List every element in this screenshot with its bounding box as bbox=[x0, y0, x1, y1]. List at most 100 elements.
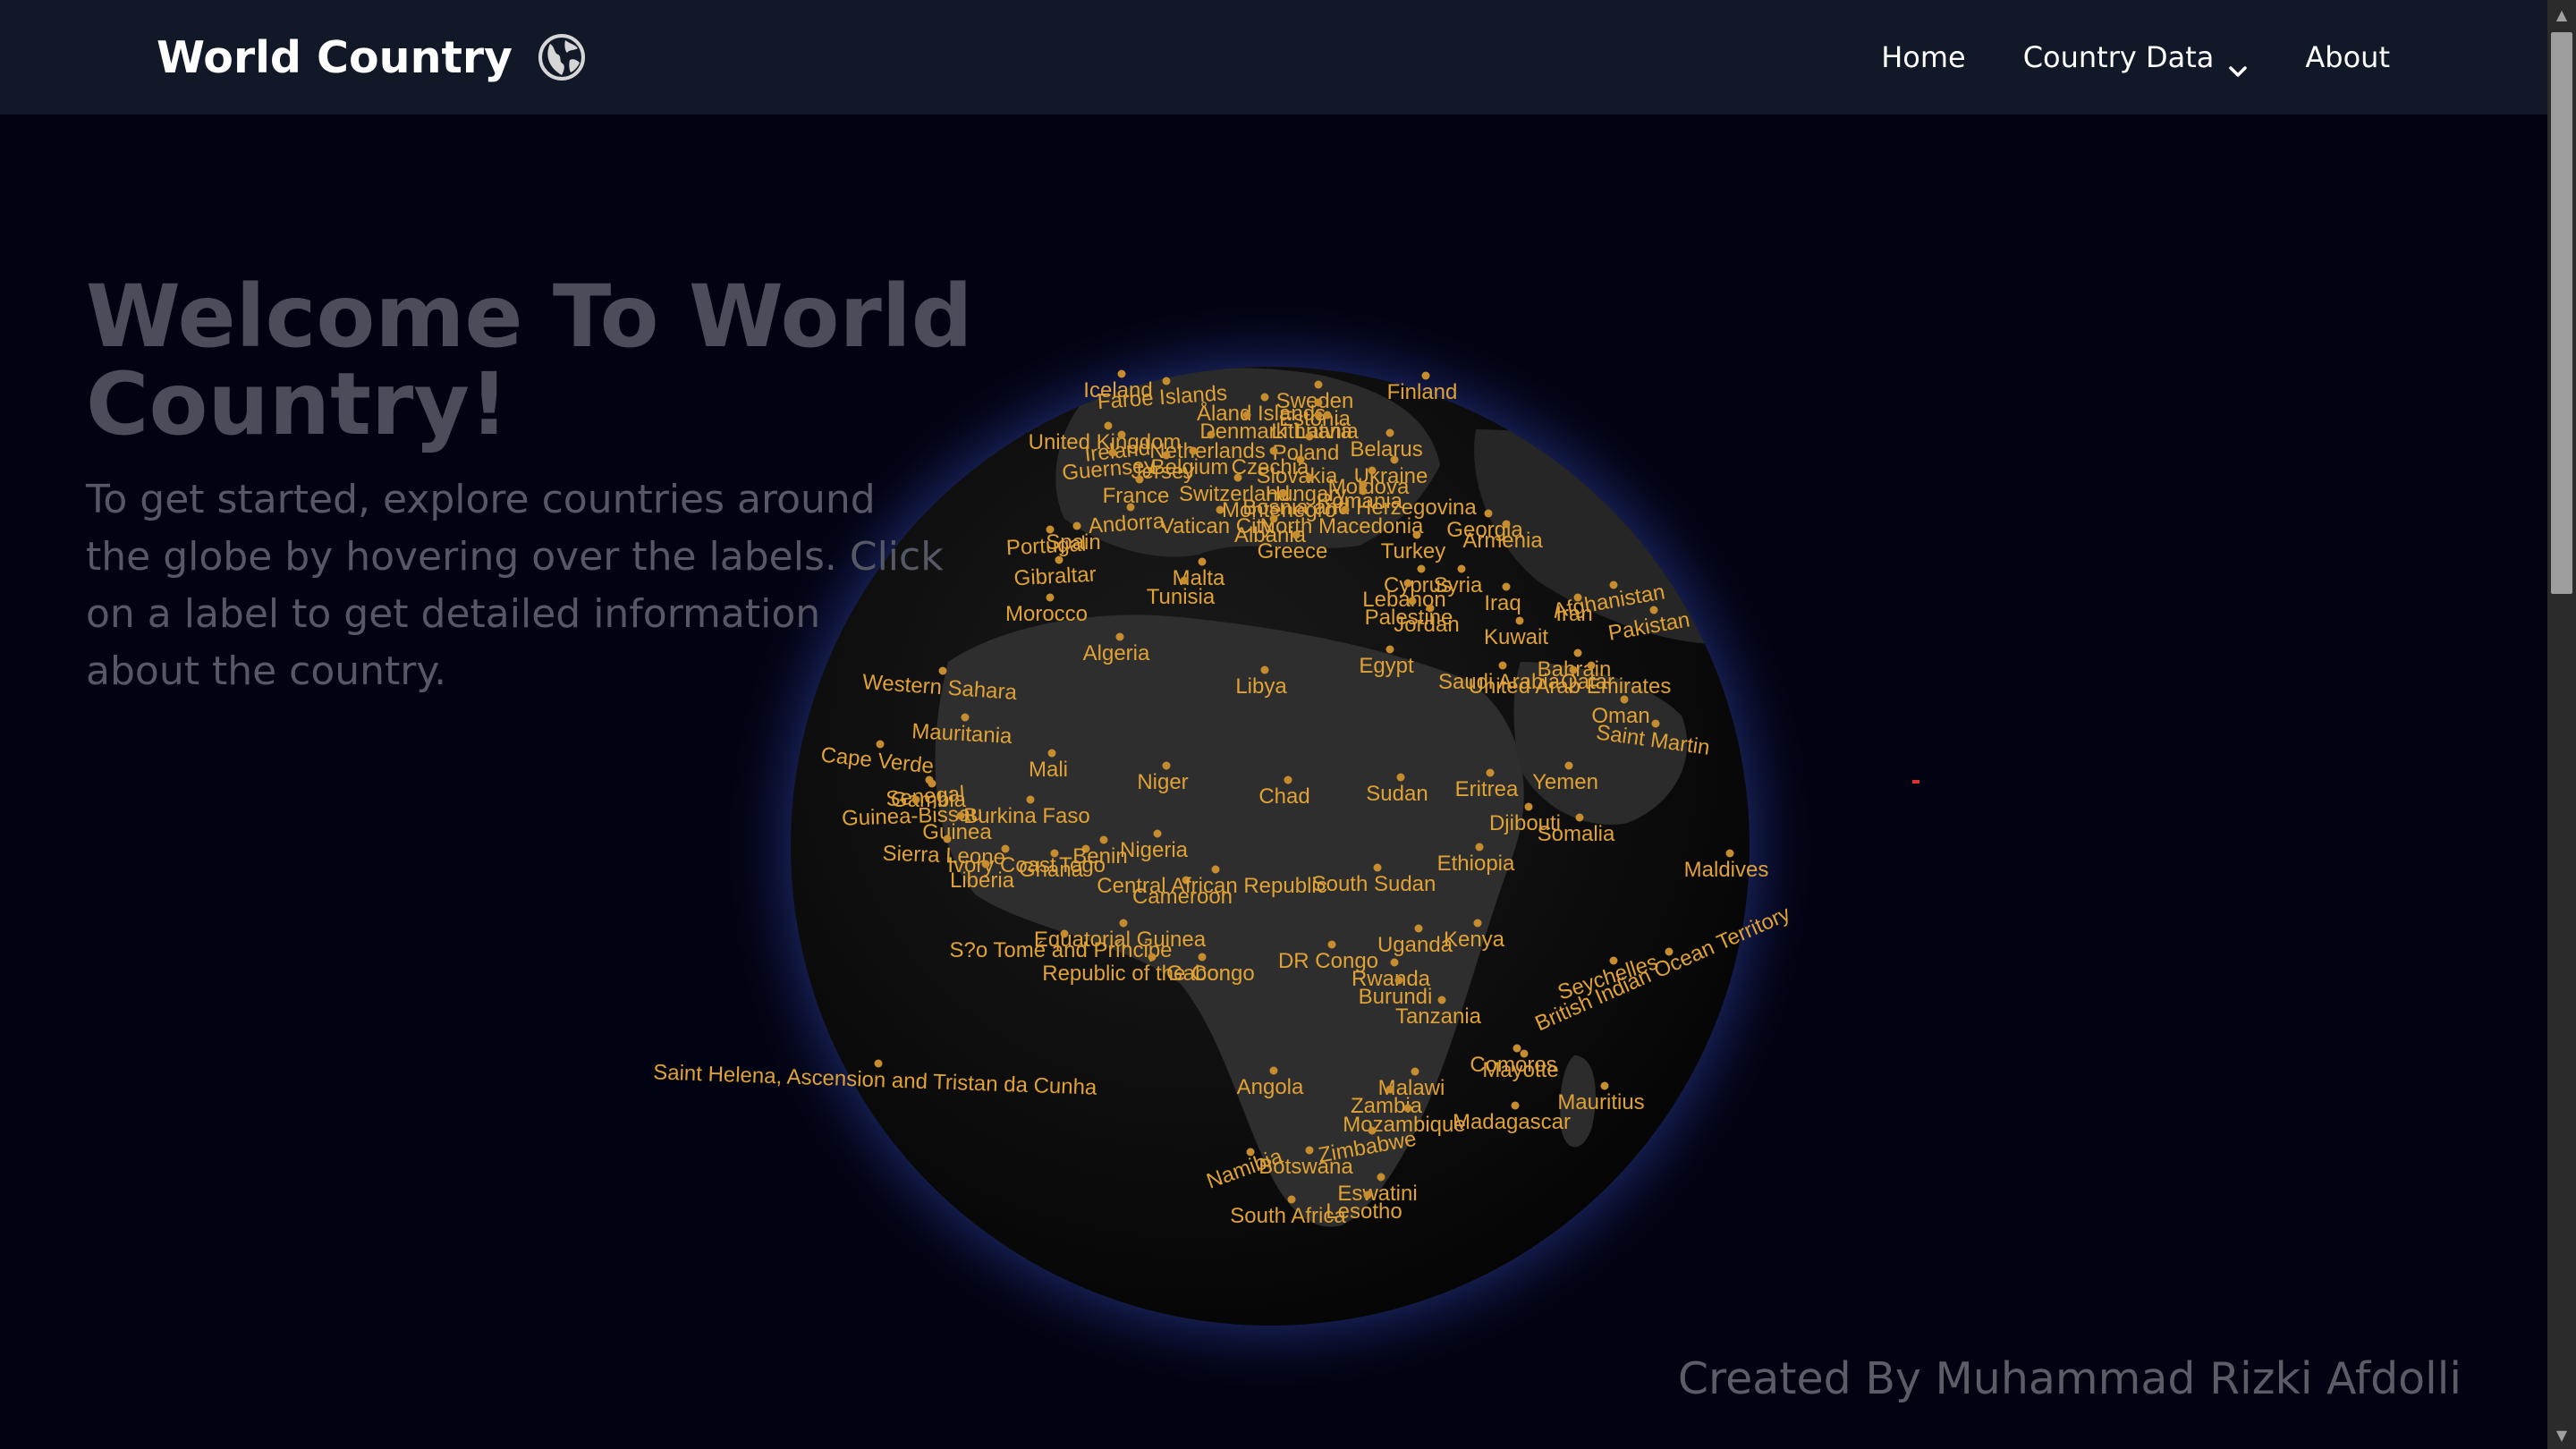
country-label[interactable]: Madagascar bbox=[1453, 1110, 1571, 1134]
globe-canvas[interactable]: FinlandFaroe IslandsSwedenIcelandÅland I… bbox=[0, 0, 2576, 1449]
country-label[interactable]: Nigeria bbox=[1120, 838, 1189, 862]
country-marker-dot bbox=[1394, 976, 1403, 985]
country-marker-dot bbox=[1575, 813, 1584, 822]
country-label[interactable]: Egypt bbox=[1359, 654, 1414, 678]
country-label[interactable]: Finland bbox=[1387, 380, 1458, 404]
country-marker-dot bbox=[1359, 487, 1368, 496]
country-marker-dot bbox=[1403, 579, 1412, 588]
country-marker-dot bbox=[1198, 557, 1207, 566]
country-label[interactable]: Botswana bbox=[1258, 1155, 1353, 1179]
country-label[interactable]: S?o Tomé and Príncipe bbox=[949, 938, 1172, 962]
country-marker-dot bbox=[961, 713, 970, 722]
country-label[interactable]: Gibraltar bbox=[1013, 563, 1097, 591]
country-marker-dot bbox=[928, 779, 936, 788]
country-marker-dot bbox=[1520, 1049, 1529, 1058]
country-marker-dot bbox=[1260, 665, 1269, 674]
country-marker-dot bbox=[1341, 505, 1350, 514]
country-marker-dot bbox=[1620, 695, 1629, 704]
country-label[interactable]: Spain bbox=[1046, 530, 1100, 555]
country-marker-dot bbox=[1269, 1066, 1278, 1075]
country-label[interactable]: Lesotho bbox=[1326, 1199, 1402, 1224]
country-marker-dot bbox=[1564, 761, 1573, 770]
country-marker-dot bbox=[1515, 616, 1524, 625]
country-label[interactable]: Republic of the Congo bbox=[1042, 962, 1255, 986]
country-label[interactable]: Kenya bbox=[1444, 928, 1505, 952]
country-label[interactable]: Guinea bbox=[922, 820, 992, 844]
country-marker-dot bbox=[1060, 929, 1069, 938]
country-marker-dot bbox=[1651, 719, 1660, 728]
country-marker-dot bbox=[1162, 761, 1171, 770]
country-label[interactable]: South Sudan bbox=[1312, 872, 1436, 896]
country-marker-dot bbox=[1390, 958, 1399, 967]
country-marker-dot bbox=[1278, 489, 1287, 498]
country-label[interactable]: Algeria bbox=[1083, 641, 1150, 665]
country-label[interactable]: Liberia bbox=[950, 869, 1015, 893]
country-label[interactable]: Eritrea bbox=[1455, 777, 1519, 801]
country-marker-dot bbox=[1148, 953, 1157, 962]
country-marker-dot bbox=[956, 811, 965, 820]
country-marker-dot bbox=[1287, 1195, 1296, 1204]
country-marker-dot bbox=[1189, 446, 1198, 455]
country-marker-dot bbox=[1117, 369, 1126, 378]
country-marker-dot bbox=[1417, 564, 1426, 573]
country-marker-dot bbox=[1072, 521, 1081, 530]
country-marker-dot bbox=[1104, 421, 1113, 430]
country-label[interactable]: Niger bbox=[1137, 770, 1188, 794]
country-marker-dot bbox=[1305, 473, 1314, 482]
country-marker-dot bbox=[1502, 520, 1511, 529]
country-marker-dot bbox=[1725, 849, 1734, 858]
country-marker-dot bbox=[1119, 919, 1128, 928]
country-label[interactable]: United Arab Emirates bbox=[1469, 674, 1672, 699]
country-label[interactable]: Ethiopia bbox=[1437, 852, 1515, 876]
country-label[interactable]: Belgium bbox=[1151, 455, 1229, 479]
country-label[interactable]: Mayotte bbox=[1482, 1058, 1558, 1082]
country-marker-dot bbox=[1368, 466, 1377, 475]
country-label[interactable]: Chad bbox=[1258, 784, 1309, 809]
country-marker-dot bbox=[1414, 924, 1423, 933]
country-label[interactable]: Jordan bbox=[1394, 613, 1459, 637]
country-label[interactable]: Lithuania bbox=[1271, 419, 1359, 444]
country-label[interactable]: Greece bbox=[1258, 539, 1328, 564]
country-marker-dot bbox=[1135, 475, 1144, 484]
country-marker-dot bbox=[1511, 1101, 1520, 1110]
country-marker-dot bbox=[1314, 380, 1323, 389]
country-label[interactable]: Central African Republic bbox=[1097, 874, 1326, 898]
country-marker-dot bbox=[1486, 768, 1495, 777]
country-marker-dot bbox=[1475, 843, 1484, 852]
country-label[interactable]: France bbox=[1103, 484, 1170, 508]
country-label[interactable]: Tunisia bbox=[1147, 585, 1216, 609]
country-label[interactable]: Mali bbox=[1029, 758, 1068, 782]
country-label[interactable]: Sudan bbox=[1366, 782, 1428, 806]
country-label[interactable]: Yemen bbox=[1532, 770, 1598, 794]
country-label[interactable]: Mauritius bbox=[1557, 1090, 1644, 1114]
country-marker-dot bbox=[911, 795, 920, 804]
country-label[interactable]: Tanzania bbox=[1395, 1004, 1482, 1029]
country-marker-dot bbox=[1385, 1085, 1394, 1094]
country-marker-dot bbox=[1600, 1081, 1609, 1090]
country-marker-dot bbox=[1373, 863, 1382, 872]
country-marker-dot bbox=[1421, 371, 1430, 380]
country-label[interactable]: Maldives bbox=[1684, 858, 1769, 882]
country-marker-dot bbox=[1207, 430, 1216, 439]
country-label[interactable]: Libya bbox=[1235, 674, 1287, 699]
country-label[interactable]: Angola bbox=[1237, 1075, 1304, 1099]
country-label[interactable]: Somalia bbox=[1538, 822, 1615, 846]
country-label[interactable]: Iraq bbox=[1484, 591, 1521, 615]
country-label[interactable]: Iceland bbox=[1083, 378, 1152, 402]
country-label[interactable]: Turkey bbox=[1381, 539, 1445, 564]
country-marker-dot bbox=[1292, 530, 1301, 539]
country-marker-dot bbox=[1047, 749, 1056, 758]
country-marker-dot bbox=[1305, 432, 1314, 441]
country-label[interactable]: Kuwait bbox=[1484, 625, 1548, 649]
country-label[interactable]: Belarus bbox=[1350, 437, 1422, 462]
country-marker-dot bbox=[1323, 411, 1332, 419]
country-marker-dot bbox=[981, 860, 990, 869]
country-marker-dot bbox=[1587, 661, 1596, 670]
country-label[interactable]: Uganda bbox=[1377, 933, 1453, 957]
country-label[interactable]: Morocco bbox=[1005, 602, 1088, 626]
country-marker-dot bbox=[1211, 865, 1220, 874]
country-label[interactable]: Armenia bbox=[1462, 529, 1543, 553]
page: World Country Home Country Data About We… bbox=[0, 0, 2576, 1449]
country-marker-dot bbox=[1296, 455, 1305, 464]
country-marker-dot bbox=[1473, 919, 1482, 928]
